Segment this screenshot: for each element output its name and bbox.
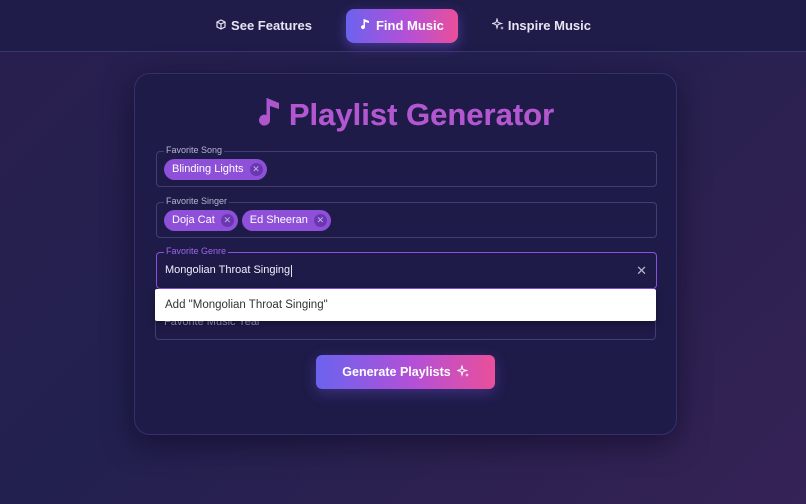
generate-label: Generate Playlists <box>342 365 451 379</box>
page-header: Playlist Generator <box>135 96 676 133</box>
remove-chip-icon[interactable]: ✕ <box>220 213 234 227</box>
nav-label: Inspire Music <box>507 18 591 33</box>
genre-input[interactable]: Mongolian Throat Singing <box>164 264 293 277</box>
chip-label: Blinding Lights <box>172 163 244 175</box>
chip-label: Doja Cat <box>172 214 215 226</box>
remove-chip-icon[interactable]: ✕ <box>249 162 263 176</box>
clear-icon[interactable]: ✕ <box>636 263 647 279</box>
nav-find-music[interactable]: Find Music <box>345 8 458 43</box>
top-nav: See Features Find Music Inspire Music <box>0 0 806 52</box>
sparkle-icon <box>455 363 469 380</box>
nav-see-features[interactable]: See Features <box>201 9 326 43</box>
text-caret <box>291 264 293 277</box>
chip: Doja Cat ✕ <box>164 209 238 231</box>
favorite-genre-field[interactable]: Favorite Genre Mongolian Throat Singing … <box>156 246 657 289</box>
remove-chip-icon[interactable]: ✕ <box>313 213 327 227</box>
field-label: Favorite Genre <box>164 246 229 256</box>
chip: Blinding Lights ✕ <box>164 158 267 180</box>
page-title: Playlist Generator <box>288 96 555 132</box>
nav-label: See Features <box>231 18 312 33</box>
autocomplete-option-label: Add "Mongolian Throat Singing" <box>165 299 328 311</box>
music-note-icon <box>257 96 283 133</box>
autocomplete-option[interactable]: Add "Mongolian Throat Singing" <box>155 289 656 321</box>
nav-label: Find Music <box>375 18 444 33</box>
favorite-singer-field[interactable]: Favorite Singer Doja Cat ✕ Ed Sheeran ✕ <box>156 196 657 238</box>
chip-label: Ed Sheeran <box>249 214 308 226</box>
box-icon <box>215 18 227 33</box>
nav-inspire-music[interactable]: Inspire Music <box>478 9 605 43</box>
chip: Ed Sheeran ✕ <box>241 209 331 231</box>
favorite-song-field[interactable]: Favorite Song Blinding Lights ✕ <box>156 145 657 187</box>
sparkle-icon <box>490 17 504 33</box>
music-note-icon <box>360 18 372 33</box>
generate-playlists-button[interactable]: Generate Playlists <box>316 355 495 389</box>
field-label: Favorite Singer <box>164 196 230 206</box>
field-label: Favorite Song <box>164 145 225 155</box>
genre-input-value: Mongolian Throat Singing <box>165 264 291 277</box>
